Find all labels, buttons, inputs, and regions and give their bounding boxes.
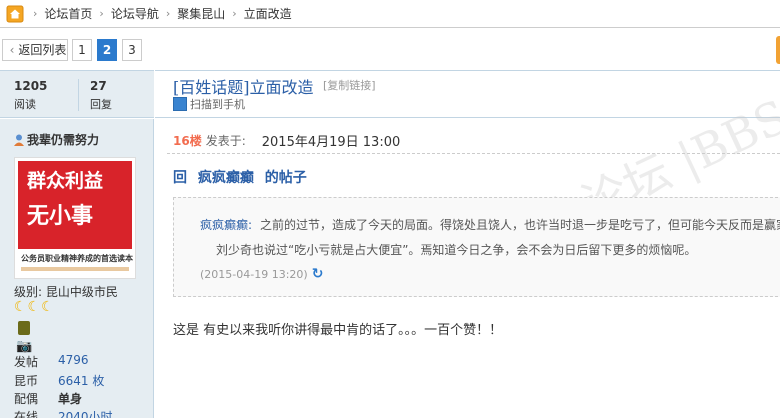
back-to-list-label: 返回列表	[18, 43, 67, 57]
pager-row: ‹ 返回列表 1 2 3	[0, 34, 780, 64]
user-icon	[14, 134, 24, 146]
info-posts: 发帖 4796	[14, 353, 89, 370]
scan-to-phone-link[interactable]: 扫描到手机	[173, 96, 245, 112]
quote-text-line-2: 刘少奇也说过“吃小亏就是占大便宜”。焉知道今日之争，会不会为日后留下更多的烦恼呢…	[216, 243, 697, 257]
info-online-label: 在线	[14, 410, 39, 418]
camera-icon[interactable]: 📷	[16, 339, 32, 354]
reply-suffix: 的帖子	[264, 170, 307, 186]
quote-timestamp: (2015-04-19 13:20)	[200, 267, 308, 281]
info-spouse-label: 配偶	[14, 392, 39, 406]
breadcrumb: › 论坛首页 › 论坛导航 › 聚集昆山 › 立面改造	[0, 0, 780, 28]
reply-prefix: 回	[173, 170, 187, 186]
back-to-list-button[interactable]: ‹ 返回列表	[2, 39, 68, 61]
views-stat: 1205 阅读	[14, 79, 47, 112]
avatar-text-1: 群众利益	[27, 170, 104, 192]
post: 昆山论坛 |BBS 16楼 发表于: 2015年4月19日 13:00 回 疯疯…	[155, 89, 780, 418]
floor-number[interactable]: 16楼	[173, 132, 202, 149]
thread-title[interactable]: [百姓话题]立面改造	[173, 74, 314, 98]
quote-time: (2015-04-19 13:20) ↻	[200, 266, 323, 282]
info-spouse: 配偶 单身	[14, 390, 82, 407]
scan-to-phone-label: 扫描到手机	[190, 98, 245, 111]
quote-text-line-1: 之前的过节，造成了今天的局面。得饶处且饶人，也许当时退一步是吃亏了，但可能今天反…	[260, 218, 780, 232]
views-count: 1205	[14, 79, 48, 93]
page-2-button[interactable]: 2	[97, 39, 117, 61]
views-label: 阅读	[14, 98, 36, 111]
info-online-value: 2040小时	[58, 410, 113, 418]
breadcrumb-forum-nav[interactable]: 论坛导航	[111, 5, 159, 22]
info-spouse-value: 单身	[58, 392, 83, 406]
divider	[167, 153, 780, 154]
avatar[interactable]: 群众利益 无小事 公务员职业精神养成的首选读本	[14, 157, 136, 279]
username: 我辈仍需努力	[27, 133, 100, 147]
avatar-stripe	[21, 267, 129, 271]
user-level: 级别: 昆山中级市民	[14, 285, 118, 299]
home-icon[interactable]	[4, 3, 26, 25]
quote-block: 疯疯癫癫: 之前的过节，造成了今天的局面。得饶处且饶人，也许当时退一步是吃亏了，…	[173, 197, 780, 297]
medal-icon[interactable]	[18, 321, 30, 335]
qr-code-icon	[173, 97, 187, 111]
posted-label: 发表于:	[205, 134, 246, 148]
chevron-right-icon: ›	[165, 7, 171, 20]
stats-divider	[78, 79, 79, 111]
replies-count: 27	[90, 79, 107, 93]
replies-label: 回复	[90, 98, 112, 111]
thread-title-bar: [百姓话题]立面改造 [复制链接] 扫描到手机	[155, 70, 780, 118]
side-panel-tab[interactable]	[776, 36, 780, 64]
replies-stat: 27 回复	[90, 79, 112, 112]
post-body: 这是 有史以来我听你讲得最中肯的话了。。。一百个赞！！	[173, 323, 503, 338]
chevron-right-icon: ›	[99, 7, 104, 20]
chevron-right-icon: ›	[232, 7, 237, 20]
avatar-text-3: 公务员职业精神养成的首选读本	[21, 254, 133, 263]
info-coins: 昆币 6641 枚	[14, 372, 104, 389]
quote-author[interactable]: 疯疯癫癫:	[200, 216, 252, 233]
jump-to-quote-icon[interactable]: ↻	[312, 266, 324, 282]
info-online: 在线 2040小时	[14, 408, 113, 418]
breadcrumb-forum-home[interactable]: 论坛首页	[44, 5, 92, 22]
info-posts-label: 发帖	[14, 355, 39, 369]
page-3-button[interactable]: 3	[122, 39, 142, 61]
breadcrumb-board[interactable]: 立面改造	[244, 5, 292, 22]
chevron-right-icon: ›	[33, 7, 38, 20]
moon-rank-icon: ☾☾☾	[14, 299, 55, 315]
page-1-button[interactable]: 1	[72, 39, 92, 61]
reply-heading: 回 疯疯癫癫 的帖子	[173, 167, 313, 187]
info-coins-value: 6641 枚	[58, 374, 105, 388]
info-posts-value[interactable]: 4796	[58, 353, 89, 370]
user-profile-column: 我辈仍需努力 群众利益 无小事 公务员职业精神养成的首选读本 级别: 昆山中级市…	[0, 119, 154, 418]
breadcrumb-section[interactable]: 聚集昆山	[177, 5, 225, 22]
chevron-left-icon: ‹	[9, 43, 15, 57]
copy-link-button[interactable]: [复制链接]	[323, 77, 376, 93]
info-coins-label: 昆币	[14, 374, 39, 388]
avatar-text-2: 无小事	[27, 204, 94, 229]
reply-user-link[interactable]: 疯疯癫癫	[198, 170, 254, 186]
username-link[interactable]: 我辈仍需努力	[14, 131, 99, 148]
post-meta: 16楼 发表于: 2015年4月19日 13:00	[173, 131, 400, 150]
thread-stats: 1205 阅读 27 回复	[0, 70, 154, 118]
posted-time: 2015年4月19日 13:00	[261, 135, 401, 150]
